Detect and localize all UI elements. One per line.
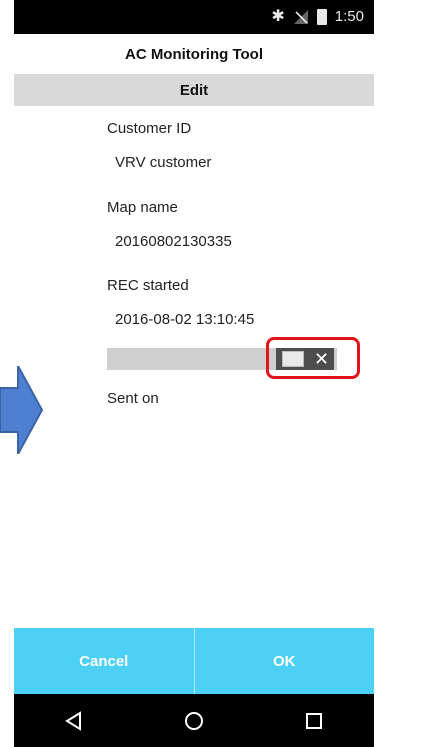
page-title: Edit [14,74,374,106]
bluetooth-icon: ✱ [271,7,285,25]
rec-started-value: 2016-08-02 13:10:45 [115,311,255,328]
toggle-highlight [266,337,360,379]
status-icons: ✱ 1:50 [271,8,364,25]
phone-frame: ✱ 1:50 AC Monitoring Tool Edit Customer … [14,0,374,747]
cancel-button[interactable]: Cancel [14,628,194,694]
app-title: AC Monitoring Tool [124,45,264,63]
bottom-button-bar: Cancel OK [14,628,374,694]
customer-id-label: Customer ID [107,120,192,137]
recents-icon[interactable] [284,701,344,741]
no-signal-icon [293,9,309,25]
rec-started-label: REC started [107,277,189,294]
ok-button[interactable]: OK [193,628,375,694]
battery-icon [316,8,327,25]
home-icon[interactable] [164,701,224,741]
status-time: 1:50 [334,8,364,25]
navigation-bar [14,694,374,747]
map-name-value: 20160802130335 [115,233,232,250]
sent-on-label: Sent on [107,390,159,407]
customer-id-value: VRV customer [115,154,212,171]
map-name-label: Map name [107,199,178,216]
app-content: AC Monitoring Tool Edit Customer ID VRV … [14,34,374,694]
arrow-icon [0,366,44,454]
back-icon[interactable] [44,701,104,741]
status-bar: ✱ 1:50 [14,0,374,34]
screen: ✱ 1:50 AC Monitoring Tool Edit Customer … [14,0,374,747]
